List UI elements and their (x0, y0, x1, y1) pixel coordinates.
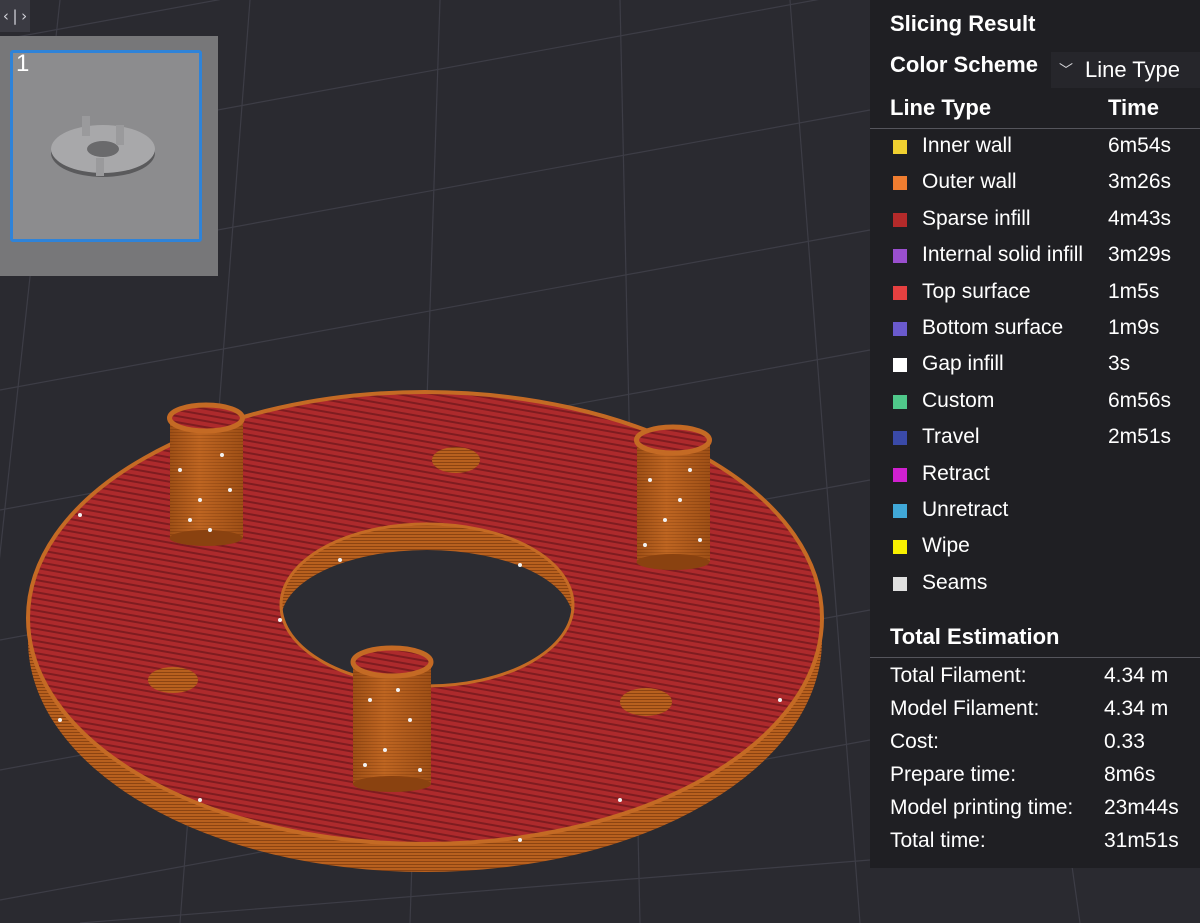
color-scheme-label: Color Scheme (890, 52, 1038, 77)
color-swatch-icon (893, 540, 907, 555)
legend-label: Seams (922, 570, 988, 594)
line-type-legend: Inner wall 6m54s Outer wall 3m26s Sparse i… (870, 130, 1200, 603)
estimate-label: Total time: (890, 829, 986, 852)
color-swatch-icon (893, 249, 907, 264)
divider (870, 657, 1200, 658)
legend-row[interactable]: Internal solid infill 3m29s (870, 239, 1200, 275)
estimate-row: Total Filament: 4.34 m (870, 662, 1200, 695)
legend-label: Sparse infill (922, 206, 1031, 230)
legend-row[interactable]: Bottom surface 1m9s (870, 312, 1200, 348)
color-swatch-icon (893, 394, 907, 409)
color-swatch-icon (893, 176, 907, 191)
legend-time: 1m5s (1108, 279, 1160, 303)
color-scheme-value: Line Type (1085, 57, 1181, 82)
color-scheme-dropdown[interactable]: ﹀ Line Type (1051, 52, 1200, 88)
plate-list-panel: 1 (0, 36, 218, 276)
legend-time: 6m54s (1108, 134, 1172, 157)
time-column-header: Time (1108, 95, 1159, 120)
plate-thumbnail[interactable] (10, 50, 202, 242)
legend-row[interactable]: Wipe (870, 530, 1200, 566)
estimate-value: 4.34 m (1104, 664, 1169, 687)
color-swatch-icon (893, 576, 907, 591)
legend-label: Travel (922, 425, 980, 449)
color-swatch-icon (893, 285, 907, 300)
panel-title: Slicing Result (890, 11, 1036, 36)
slicing-result-panel: Slicing Result Color Scheme ﹀ Line Type … (870, 0, 1200, 868)
plate-preview-image (51, 116, 155, 177)
legend-row[interactable]: Seams (870, 567, 1200, 603)
total-estimation-title: Total Estimation (890, 624, 1060, 649)
color-swatch-icon (893, 212, 907, 227)
legend-label: Wipe (922, 534, 970, 558)
line-type-table-header: Line Type Time (870, 95, 1200, 129)
standoff-left (167, 402, 245, 546)
color-swatch-icon (893, 431, 907, 446)
legend-label: Top surface (922, 279, 1031, 303)
estimate-value: 4.34 m (1104, 697, 1169, 720)
legend-time: 4m43s (1108, 206, 1172, 230)
legend-time: 3m29s (1108, 243, 1172, 267)
legend-time: 2m51s (1108, 425, 1172, 449)
legend-label: Bottom surface (922, 315, 1064, 339)
estimate-value: 23m44s (1104, 796, 1179, 819)
legend-row[interactable]: Custom 6m56s (870, 385, 1200, 421)
sidebar-collapse-icon[interactable]: ‹|› (0, 0, 30, 32)
color-swatch-icon (893, 140, 907, 154)
estimate-label: Prepare time: (890, 763, 1017, 786)
legend-row[interactable]: Unretract (870, 494, 1200, 530)
estimation-list: Total Filament: 4.34 m Model Filament: 4.3… (870, 662, 1200, 860)
estimate-row: Cost: 0.33 (870, 728, 1200, 761)
standoff-right (634, 424, 712, 570)
estimate-label: Model printing time: (890, 796, 1074, 819)
legend-row[interactable]: Travel 2m51s (870, 421, 1200, 457)
legend-row[interactable]: Outer wall 3m26s (870, 166, 1200, 202)
estimate-label: Model Filament: (890, 697, 1040, 720)
estimate-row: Total time: 31m51s (870, 827, 1200, 860)
legend-time: 3s (1108, 352, 1131, 376)
legend-row[interactable]: Top surface 1m5s (870, 276, 1200, 312)
legend-time: 3m26s (1108, 170, 1172, 194)
color-swatch-icon (893, 503, 907, 518)
estimate-value: 0.33 (1104, 730, 1145, 753)
estimate-row: Model printing time: 23m44s (870, 794, 1200, 827)
legend-row[interactable]: Inner wall 6m54s (870, 130, 1200, 166)
legend-label: Retract (922, 461, 990, 485)
legend-row[interactable]: Gap infill 3s (870, 348, 1200, 384)
legend-row[interactable]: Sparse infill 4m43s (870, 203, 1200, 239)
legend-time: 1m9s (1108, 315, 1160, 339)
color-swatch-icon (893, 467, 907, 482)
legend-label: Unretract (922, 497, 1009, 521)
legend-label: Custom (922, 388, 995, 412)
line-type-column-header: Line Type (890, 95, 992, 120)
legend-label: Internal solid infill (922, 243, 1084, 267)
plate-number: 1 (16, 50, 30, 77)
estimate-label: Cost: (890, 730, 940, 753)
legend-label: Gap infill (922, 352, 1004, 376)
legend-row[interactable]: Retract (870, 458, 1200, 494)
chevron-down-icon: ﹀ (1059, 62, 1073, 78)
legend-time: 6m56s (1108, 388, 1172, 412)
estimate-row: Model Filament: 4.34 m (870, 695, 1200, 728)
legend-label: Inner wall (922, 134, 1012, 157)
estimate-value: 31m51s (1104, 829, 1179, 852)
estimate-value: 8m6s (1104, 763, 1156, 786)
estimate-label: Total Filament: (890, 664, 1027, 687)
color-swatch-icon (893, 321, 907, 336)
estimate-row: Prepare time: 8m6s (870, 761, 1200, 794)
legend-label: Outer wall (922, 170, 1017, 194)
color-swatch-icon (893, 358, 907, 373)
